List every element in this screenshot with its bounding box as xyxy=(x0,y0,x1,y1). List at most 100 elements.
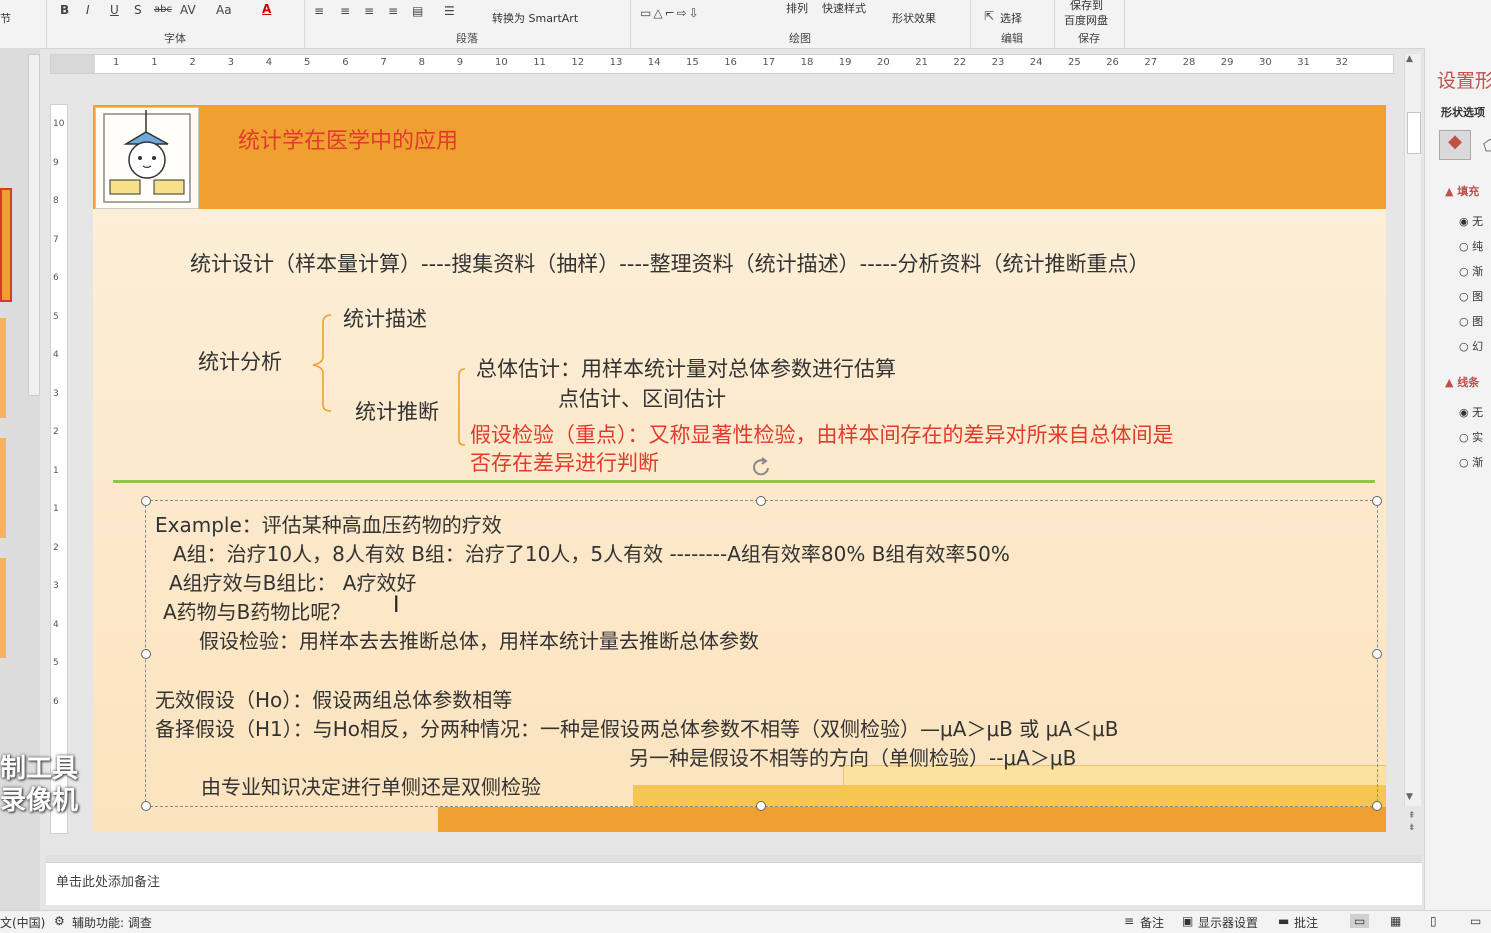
shape-effects-button[interactable]: 形状效果 xyxy=(892,10,936,26)
quick-styles-button[interactable]: 快速样式 xyxy=(822,0,866,16)
prev-next-slide-icon[interactable]: ⇞ ⇟ xyxy=(1408,810,1416,834)
research-flow-text[interactable]: 统计设计（样本量计算）----搜集资料（抽样）----整理资料（统计描述）---… xyxy=(190,248,1150,278)
sorter-view-icon[interactable]: ▦ xyxy=(1390,914,1401,928)
select-button[interactable]: 选择 xyxy=(1000,10,1022,26)
example-compare[interactable]: A组疗效与B组比： A疗效好 xyxy=(169,567,416,596)
fill-option[interactable]: ○ 纯 xyxy=(1459,238,1483,254)
shadow-button[interactable]: S xyxy=(134,3,142,17)
char-spacing-button[interactable]: AV xyxy=(180,3,196,17)
ruler-tick-label: 23 xyxy=(991,57,1005,68)
ruler-tick-label: 3 xyxy=(227,57,234,68)
null-hypothesis[interactable]: 无效假设（Ho）：假设两组总体参数相等 xyxy=(155,684,512,713)
underline-button[interactable]: U xyxy=(110,3,119,17)
example-groups[interactable]: A组：治疗10人，8人有效 B组：治疗了10人，5人有效 --------A组有… xyxy=(173,538,1010,567)
test-choice-text[interactable]: 由专业知识决定进行单侧还是双侧检验 xyxy=(201,771,541,800)
example-title[interactable]: Example：评估某种高血压药物的疗效 xyxy=(155,509,502,538)
bold-button[interactable]: B xyxy=(60,3,69,17)
line-option[interactable]: ◉ 无 xyxy=(1459,404,1483,420)
editor-scrollbar[interactable]: ▲ ▼ xyxy=(1404,54,1421,806)
resize-handle[interactable] xyxy=(756,496,766,506)
estimate-sub-text[interactable]: 点估计、区间估计 xyxy=(558,383,726,413)
line-option[interactable]: ○ 实 xyxy=(1459,429,1483,445)
line-option[interactable]: ○ 渐 xyxy=(1459,454,1483,470)
reading-view-icon[interactable]: ▯ xyxy=(1430,914,1437,928)
accessibility-status[interactable]: 辅助功能: 调查 xyxy=(72,914,152,931)
notes-pane[interactable]: 单击此处添加备注 xyxy=(46,862,1422,905)
language-indicator[interactable]: 文(中国) xyxy=(0,914,45,931)
resize-handle[interactable] xyxy=(756,801,766,811)
section-dropdown[interactable]: 节 xyxy=(0,10,11,26)
comments-button[interactable]: 批注 xyxy=(1294,914,1318,931)
font-color-button[interactable]: A xyxy=(262,2,271,16)
hypothesis-line1[interactable]: 假设检验（重点）：又称显著性检验，由样本间存在的差异对所来自总体间是 xyxy=(470,419,1174,449)
scroll-thumb[interactable] xyxy=(1407,112,1421,154)
notes-button[interactable]: 备注 xyxy=(1140,914,1164,931)
stat-analysis-label[interactable]: 统计分析 xyxy=(198,346,282,376)
resize-handle[interactable] xyxy=(1372,496,1382,506)
ruler-tick-label: 8 xyxy=(418,57,425,68)
slide-canvas[interactable]: 统计学在医学中的应用 统计设计（样本量计算）----搜集资料（抽样）----整理… xyxy=(93,105,1386,832)
resize-handle[interactable] xyxy=(1372,801,1382,811)
fill-option[interactable]: ○ 幻 xyxy=(1459,338,1483,354)
thumbnail-scrollbar[interactable] xyxy=(28,54,40,396)
logo-image[interactable] xyxy=(95,107,199,209)
resize-handle[interactable] xyxy=(141,496,151,506)
pane-subtitle[interactable]: 形状选项 xyxy=(1441,104,1485,120)
fill-line-tab-icon[interactable]: ◆ xyxy=(1439,130,1471,160)
ruler-tick-label: 13 xyxy=(609,57,623,68)
convert-smartart-button[interactable]: 转换为 SmartArt xyxy=(492,10,578,26)
example-question[interactable]: A药物与B药物比呢？ xyxy=(163,596,350,625)
resize-handle[interactable] xyxy=(141,801,151,811)
slide-thumbnail[interactable] xyxy=(0,438,6,538)
separator-line[interactable] xyxy=(113,480,1375,483)
stat-describe-label[interactable]: 统计描述 xyxy=(343,303,427,333)
format-shape-pane: 设置形 形状选项 ◆ ⬠ ▲ 填充 ◉ 无 ○ 纯 ○ 渐 ○ 图 ○ 图 ○ 幻 ▲ 线… xyxy=(1424,48,1491,910)
align-left-icon[interactable]: ≡ xyxy=(314,4,324,18)
fill-option[interactable]: ○ 图 xyxy=(1459,288,1483,304)
justify-icon[interactable]: ≡ xyxy=(388,4,398,18)
change-case-button[interactable]: Aa xyxy=(216,3,232,17)
slideshow-view-icon[interactable]: ▭ xyxy=(1470,914,1481,928)
horizontal-ruler[interactable]: 1 1 2 3 4 5 6 7 8 9 10 11 12 13 14 15 16 17 18 19 20 21 22 23 24… xyxy=(50,54,1394,74)
vertical-ruler[interactable]: 10 9 8 7 6 5 4 3 2 1 1 2 3 4 5 6 xyxy=(50,104,68,834)
display-settings-button[interactable]: 显示器设置 xyxy=(1198,914,1258,931)
arrange-button[interactable]: 排列 xyxy=(786,0,808,16)
shapes-gallery-icon[interactable]: ▭△⌐⇨⇩ xyxy=(640,6,701,20)
comments-icon: ▬ xyxy=(1278,914,1290,928)
scroll-down-icon[interactable]: ▼ xyxy=(1406,792,1413,802)
align-center-icon[interactable]: ≡ xyxy=(340,4,350,18)
slide-thumbnail[interactable] xyxy=(0,318,6,418)
line-section-header[interactable]: ▲ 线条 xyxy=(1445,374,1479,390)
rotate-handle-icon[interactable] xyxy=(750,457,774,479)
resize-handle[interactable] xyxy=(1372,649,1382,659)
columns-icon[interactable]: ▤ xyxy=(412,4,423,18)
resize-handle[interactable] xyxy=(141,649,151,659)
notes-placeholder[interactable]: 单击此处添加备注 xyxy=(56,871,160,890)
alt-hypothesis-onesided[interactable]: 另一种是假设不相等的方向（单侧检验）--μA＞μB xyxy=(629,742,1076,771)
example-hypothesis[interactable]: 假设检验：用样本去去推断总体，用样本统计量去推断总体参数 xyxy=(199,625,759,654)
effects-tab-icon[interactable]: ⬠ xyxy=(1483,136,1491,155)
ribbon-section-edit: ⇱ 选择 编辑 xyxy=(970,0,1055,48)
slide-thumbnail[interactable] xyxy=(0,558,6,658)
normal-view-icon[interactable]: ▭ xyxy=(1350,914,1370,928)
strikethrough-button[interactable]: abc xyxy=(154,4,172,15)
align-right-icon[interactable]: ≡ xyxy=(364,4,374,18)
slide-title[interactable]: 统计学在医学中的应用 xyxy=(238,123,458,155)
italic-button[interactable]: I xyxy=(86,3,90,17)
ruler-tick-label: 4 xyxy=(53,619,59,630)
stat-infer-label[interactable]: 统计推断 xyxy=(355,396,439,426)
slide-thumbnail-current[interactable] xyxy=(0,188,12,302)
alt-hypothesis[interactable]: 备择假设（H1）：与Ho相反，分两种情况：一种是假设两总体参数不相等（双侧检验）… xyxy=(155,713,1118,742)
ruler-tick-label: 8 xyxy=(53,196,59,206)
scroll-up-icon[interactable]: ▲ xyxy=(1406,54,1413,64)
fill-section-header[interactable]: ▲ 填充 xyxy=(1445,183,1479,199)
estimate-text[interactable]: 总体估计：用样本统计量对总体参数进行估算 xyxy=(476,353,896,383)
fill-option[interactable]: ○ 图 xyxy=(1459,313,1483,329)
text-direction-icon[interactable]: ☰ xyxy=(444,4,455,18)
notes-splitter[interactable] xyxy=(46,855,1422,861)
hypothesis-line2[interactable]: 否存在差异进行判断 xyxy=(470,447,659,477)
fill-option[interactable]: ○ 渐 xyxy=(1459,263,1483,279)
fill-option[interactable]: ◉ 无 xyxy=(1459,213,1483,229)
ruler-tick-label: 5 xyxy=(53,658,59,668)
save-baidu-line2[interactable]: 百度网盘 xyxy=(1064,12,1108,28)
